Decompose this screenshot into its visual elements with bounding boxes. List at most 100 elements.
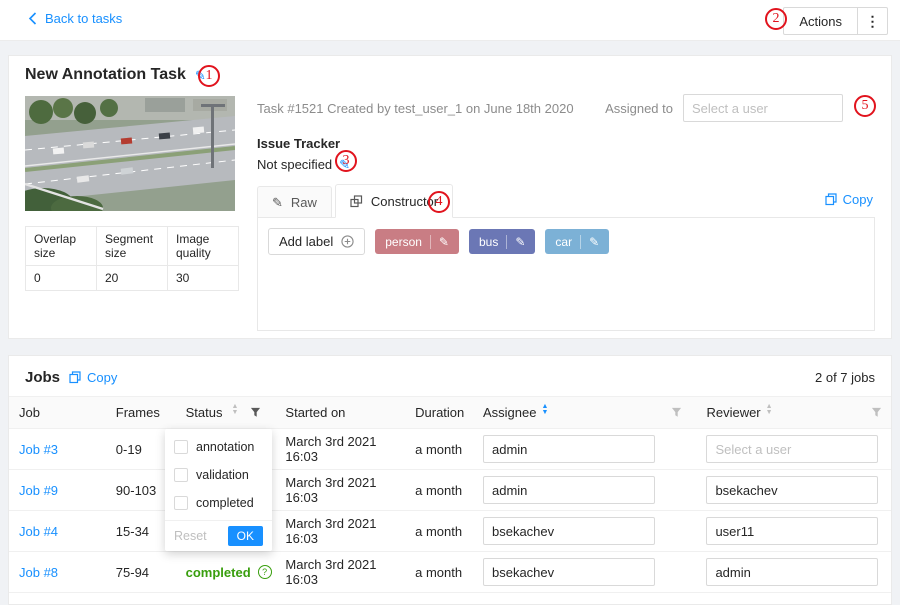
job-started-on: March 3rd 2021 16:03 [275, 557, 405, 587]
assignee-input[interactable] [483, 476, 655, 504]
job-duration: a month [405, 442, 473, 457]
edit-label-bus-icon[interactable]: ✎ [506, 235, 525, 249]
copy-icon [69, 371, 81, 384]
job-row-4: Job #8 75-94 completed ? March 3rd 2021 … [9, 552, 891, 593]
more-vert-icon: ⋮ [866, 13, 880, 29]
tab-raw[interactable]: ✎ Raw [257, 186, 332, 217]
actions-more-button[interactable]: ⋮ [858, 7, 888, 35]
column-job: Job [9, 405, 106, 420]
caret-down-icon: ▼ [766, 413, 773, 419]
job-duration: a month [405, 483, 473, 498]
job-link[interactable]: Job #9 [19, 483, 58, 498]
job-status: completed ? [176, 565, 276, 580]
param-header-quality: Image quality [168, 227, 239, 266]
label-chip-bus-name: bus [479, 235, 498, 249]
filter-option-completed[interactable]: completed [165, 489, 272, 517]
task-title: New Annotation Task [25, 66, 186, 84]
job-started-on: March 3rd 2021 16:03 [275, 475, 405, 505]
params-header-row: Overlap size Segment size Image quality [26, 227, 239, 266]
reviewer-input[interactable] [706, 435, 878, 463]
annotation-marker-3: 3 [335, 150, 357, 172]
copy-labels-label: Copy [843, 192, 873, 207]
assignee-input[interactable] [483, 517, 655, 545]
checkbox-annotation[interactable] [174, 440, 188, 454]
issue-tracker-value: Not specified [257, 157, 332, 172]
issue-tracker-label: Issue Tracker [257, 136, 340, 151]
sort-status-control[interactable]: ▲▼ [232, 407, 239, 419]
filter-status-icon[interactable] [250, 407, 261, 418]
annotation-marker-5: 5 [854, 95, 876, 117]
param-header-segment: Segment size [97, 227, 168, 266]
column-assignee: Assignee ▲▼ [473, 405, 696, 420]
edit-label-car-icon[interactable]: ✎ [580, 235, 599, 249]
job-row-3: Job #4 15-34 March 3rd 2021 16:03 a mont… [9, 511, 891, 552]
actions-button-group: Actions ⋮ [783, 7, 888, 35]
filter-option-completed-label: completed [196, 496, 254, 510]
filter-reset-button[interactable]: Reset [174, 529, 207, 543]
jobs-table-header: Job Frames Status ▲▼ Started on Duration… [9, 396, 891, 429]
status-help-icon[interactable]: ? [258, 565, 272, 579]
labels-editor: ✎ Raw Constructor Copy Add label [257, 184, 875, 331]
sort-reviewer-control[interactable]: ▲▼ [766, 407, 773, 419]
job-row-1: Job #3 0-19 March 3rd 2021 16:03 a month [9, 429, 891, 470]
task-details-card: New Annotation Task ✎ Overlap size [8, 55, 892, 339]
status-filter-dropdown: annotation validation completed Reset OK [165, 429, 272, 551]
back-to-tasks-label: Back to tasks [45, 11, 122, 26]
edit-label-person-icon[interactable]: ✎ [430, 235, 449, 249]
assigned-to-label: Assigned to [605, 101, 673, 116]
filter-option-validation-label: validation [196, 468, 249, 482]
job-started-on: March 3rd 2021 16:03 [275, 516, 405, 546]
checkbox-completed[interactable] [174, 496, 188, 510]
labels-constructor-panel: Add label person ✎ bus ✎ car ✎ [257, 218, 875, 331]
label-chip-bus[interactable]: bus ✎ [469, 229, 535, 254]
filter-assignee-icon[interactable] [671, 407, 682, 418]
actions-button[interactable]: Actions [783, 7, 858, 35]
label-chip-car[interactable]: car ✎ [545, 229, 609, 254]
jobs-count: 2 of 7 jobs [815, 370, 875, 385]
job-duration: a month [405, 565, 473, 580]
filter-option-validation[interactable]: validation [165, 461, 272, 489]
raw-pencil-icon: ✎ [272, 196, 283, 209]
assignee-input[interactable] [483, 558, 655, 586]
jobs-header-row: Jobs Copy 2 of 7 jobs [9, 356, 891, 396]
back-to-tasks-link[interactable]: Back to tasks [28, 11, 122, 26]
copy-icon [825, 193, 837, 206]
copy-jobs-label: Copy [87, 370, 117, 385]
tab-raw-label: Raw [291, 195, 317, 210]
label-chip-person[interactable]: person ✎ [375, 229, 459, 254]
copy-labels-link[interactable]: Copy [825, 192, 873, 207]
task-preview-image [25, 96, 235, 211]
reviewer-input[interactable] [706, 517, 878, 545]
assignee-input[interactable] [483, 435, 655, 463]
param-value-quality: 30 [168, 266, 239, 291]
job-link[interactable]: Job #3 [19, 442, 58, 457]
job-link[interactable]: Job #4 [19, 524, 58, 539]
job-link[interactable]: Job #8 [19, 565, 58, 580]
filter-ok-button[interactable]: OK [228, 526, 263, 546]
reviewer-input[interactable] [706, 558, 878, 586]
add-label-button[interactable]: Add label [268, 228, 365, 255]
caret-down-icon: ▼ [541, 413, 548, 419]
label-chip-car-name: car [555, 235, 572, 249]
copy-jobs-link[interactable]: Copy [69, 370, 117, 385]
param-value-segment: 20 [97, 266, 168, 291]
filter-reviewer-icon[interactable] [871, 407, 882, 418]
label-chip-person-name: person [385, 235, 422, 249]
job-row-2: Job #9 90-103 March 3rd 2021 16:03 a mon… [9, 470, 891, 511]
labels-tabbar: ✎ Raw Constructor Copy [257, 184, 875, 218]
task-assignee-input[interactable] [683, 94, 843, 122]
sort-assignee-control[interactable]: ▲▼ [541, 407, 548, 419]
constructor-block-icon [350, 195, 363, 208]
job-frames: 75-94 [106, 565, 176, 580]
column-reviewer: Reviewer ▲▼ [696, 405, 891, 420]
task-title-row: New Annotation Task ✎ [25, 66, 206, 84]
job-started-on: March 3rd 2021 16:03 [275, 434, 405, 464]
filter-option-annotation[interactable]: annotation [165, 433, 272, 461]
caret-down-icon: ▼ [232, 413, 239, 419]
checkbox-validation[interactable] [174, 468, 188, 482]
annotation-marker-2: 2 [765, 8, 787, 30]
reviewer-input[interactable] [706, 476, 878, 504]
column-status-label: Status [186, 405, 223, 420]
task-params-table: Overlap size Segment size Image quality … [25, 226, 239, 291]
assigned-to-block: Assigned to [605, 94, 843, 122]
